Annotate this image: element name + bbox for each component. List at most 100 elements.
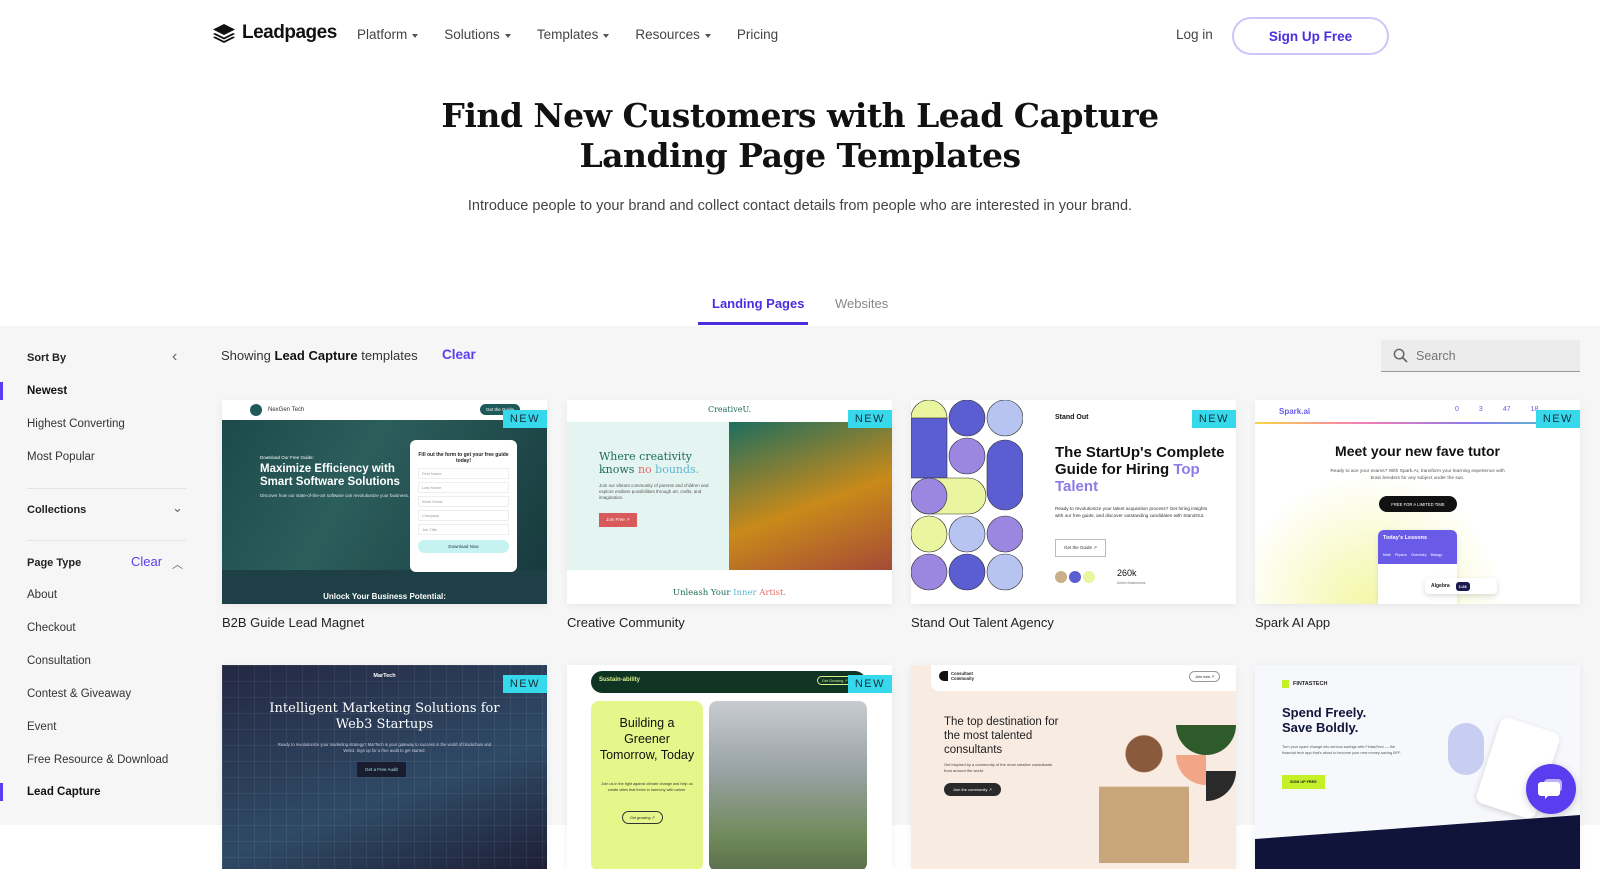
preview-app-title: Today's Lessons [1383, 535, 1427, 541]
menu-pricing[interactable]: Pricing [737, 27, 778, 42]
showing-prefix: Showing [221, 348, 271, 363]
page-type-lead-capture[interactable]: Lead Capture [27, 786, 101, 798]
template-card[interactable]: NEW Stand Out The StartUp's Complete Gui… [911, 400, 1236, 630]
preview-headline: Where creativity [599, 450, 692, 463]
preview-avatars [1055, 571, 1095, 583]
menu-platform[interactable]: Platform [357, 27, 419, 42]
preview-field: Last Name [418, 482, 509, 493]
collections-heading[interactable]: Collections [27, 504, 86, 516]
new-badge: NEW [847, 410, 892, 428]
preview-kicker: Download Our Free Guide: [260, 455, 314, 460]
preview-stat: 260k [1117, 568, 1137, 578]
login-link[interactable]: Log in [1176, 27, 1213, 42]
preview-headline: Spend Freely. Save Boldly. [1282, 705, 1367, 735]
page-type-event[interactable]: Event [27, 721, 56, 733]
template-card[interactable]: NEW Spark.ai 0 3 47 18 Meet your new fav… [1255, 400, 1580, 630]
preview-cta: Join now ↗ [1189, 671, 1221, 682]
preview-button: Get a Free Audit [357, 762, 406, 777]
layers-logo-icon [213, 24, 235, 43]
preview-counter: 3 [1478, 406, 1483, 413]
menu-label: Templates [536, 27, 599, 42]
page-type-checkout[interactable]: Checkout [27, 622, 76, 634]
template-card[interactable]: NEW NexGen Tech Get the Guide Download O… [222, 400, 547, 630]
collapse-sidebar-chevron-left-icon[interactable]: ‹ [172, 348, 177, 366]
template-preview[interactable]: Consultant Community Join now ↗ The top … [911, 665, 1236, 869]
caret-down-icon [412, 33, 419, 38]
template-card[interactable]: Consultant Community Join now ↗ The top … [911, 665, 1236, 869]
preview-body: Discover how our state-of-the-art softwa… [260, 493, 410, 498]
chevron-up-icon[interactable]: ︿ [172, 556, 183, 572]
preview-app-tab: Physics [1394, 553, 1407, 557]
consultant-logo-icon [939, 671, 948, 681]
new-badge: NEW [1191, 410, 1236, 428]
preview-person-image [1448, 723, 1484, 775]
title-line-2: Landing Page Templates [579, 136, 1021, 175]
menu-label: Platform [357, 27, 408, 42]
divider [27, 488, 186, 489]
page-type-contest-giveaway[interactable]: Contest & Giveaway [27, 688, 131, 700]
preview-field: First Name [418, 468, 509, 479]
chat-widget-button[interactable] [1526, 764, 1576, 814]
template-card[interactable]: FINTASTECH Spend Freely. Save Boldly. Tu… [1255, 665, 1580, 869]
preview-button: Join Free ↗ [599, 513, 637, 527]
preview-app-tab: Chemistry [1410, 553, 1427, 557]
template-preview[interactable]: FINTASTECH Spend Freely. Save Boldly. Tu… [1255, 665, 1580, 869]
nexgen-logo-icon [250, 404, 262, 416]
clear-filters-button[interactable]: Clear [442, 347, 476, 362]
tab-landing-pages[interactable]: Landing Pages [712, 296, 804, 311]
sign-up-free-button[interactable]: Sign Up Free [1232, 17, 1389, 55]
sort-highest-converting[interactable]: Highest Converting [27, 418, 125, 430]
template-card[interactable]: NEW MarTech Intelligent Marketing Soluti… [222, 665, 547, 869]
page-type-heading: Page Type [27, 557, 82, 569]
page-type-consultation[interactable]: Consultation [27, 655, 91, 667]
chevron-down-icon[interactable]: ⌄ [172, 500, 183, 516]
template-preview[interactable]: NEW NexGen Tech Get the Guide Download O… [222, 400, 547, 604]
search-box[interactable] [1381, 340, 1580, 372]
caret-down-icon [704, 33, 711, 38]
page-type-free-resource[interactable]: Free Resource & Download [27, 754, 168, 766]
template-card[interactable]: NEW CreativeU. Where creativity knows no… [567, 400, 892, 630]
preview-brand: CreativeU. [707, 405, 752, 414]
sort-newest[interactable]: Newest [27, 385, 67, 397]
preview-image [709, 701, 867, 869]
template-name[interactable]: Creative Community [567, 615, 892, 630]
preview-brand: Consultant Community [951, 671, 975, 681]
template-preview[interactable]: NEW MarTech Intelligent Marketing Soluti… [222, 665, 547, 869]
sort-most-popular[interactable]: Most Popular [27, 451, 95, 463]
preview-headline: Meet your new fave tutor [1335, 443, 1500, 459]
page-type-clear-button[interactable]: Clear [131, 554, 162, 569]
template-name[interactable]: Spark AI App [1255, 615, 1580, 630]
preview-footer: Unleash Your [672, 588, 731, 598]
title-line-1: Find New Customers with Lead Capture [441, 96, 1159, 135]
new-badge: NEW [502, 675, 547, 693]
menu-resources[interactable]: Resources [635, 27, 711, 42]
results-summary: Showing Lead Capture templates [221, 348, 418, 363]
template-preview[interactable]: NEW Sustain-ability Get Growing ↗ Buildi… [567, 665, 892, 869]
preview-footer: Unlock Your Business Potential: [323, 592, 446, 601]
preview-counter: 47 [1502, 406, 1511, 413]
preview-headline: knows [599, 463, 635, 476]
menu-solutions[interactable]: Solutions [444, 27, 511, 42]
menu-label: Pricing [736, 27, 779, 42]
preview-headline: Maximize Efficiency with Smart Software … [260, 463, 400, 488]
active-tab-indicator [698, 322, 808, 325]
tab-websites[interactable]: Websites [835, 296, 888, 311]
page-title: Find New Customers with Lead Capture Lan… [0, 96, 1600, 176]
divider [27, 540, 186, 541]
preview-brand: Stand Out [1055, 414, 1089, 421]
template-name[interactable]: Stand Out Talent Agency [911, 615, 1236, 630]
template-name[interactable]: B2B Guide Lead Magnet [222, 615, 547, 630]
template-preview[interactable]: NEW Stand Out The StartUp's Complete Gui… [911, 400, 1236, 604]
preview-app-tab: Math [1383, 553, 1391, 557]
search-input[interactable] [1416, 348, 1566, 363]
page-type-about[interactable]: About [27, 589, 57, 601]
main-menu: Platform Solutions Templates Resources P… [357, 27, 804, 42]
preview-headline: Intelligent Marketing Solutions for Web3… [269, 701, 500, 732]
menu-templates[interactable]: Templates [537, 27, 610, 42]
template-preview[interactable]: NEW Spark.ai 0 3 47 18 Meet your new fav… [1255, 400, 1580, 604]
preview-brand: Sustain-ability [599, 677, 641, 683]
template-preview[interactable]: NEW CreativeU. Where creativity knows no… [567, 400, 892, 604]
template-card[interactable]: NEW Sustain-ability Get Growing ↗ Buildi… [567, 665, 892, 869]
leadpages-logo[interactable]: Leadpages [212, 22, 337, 44]
preview-footer-accent: Inner [733, 588, 757, 598]
